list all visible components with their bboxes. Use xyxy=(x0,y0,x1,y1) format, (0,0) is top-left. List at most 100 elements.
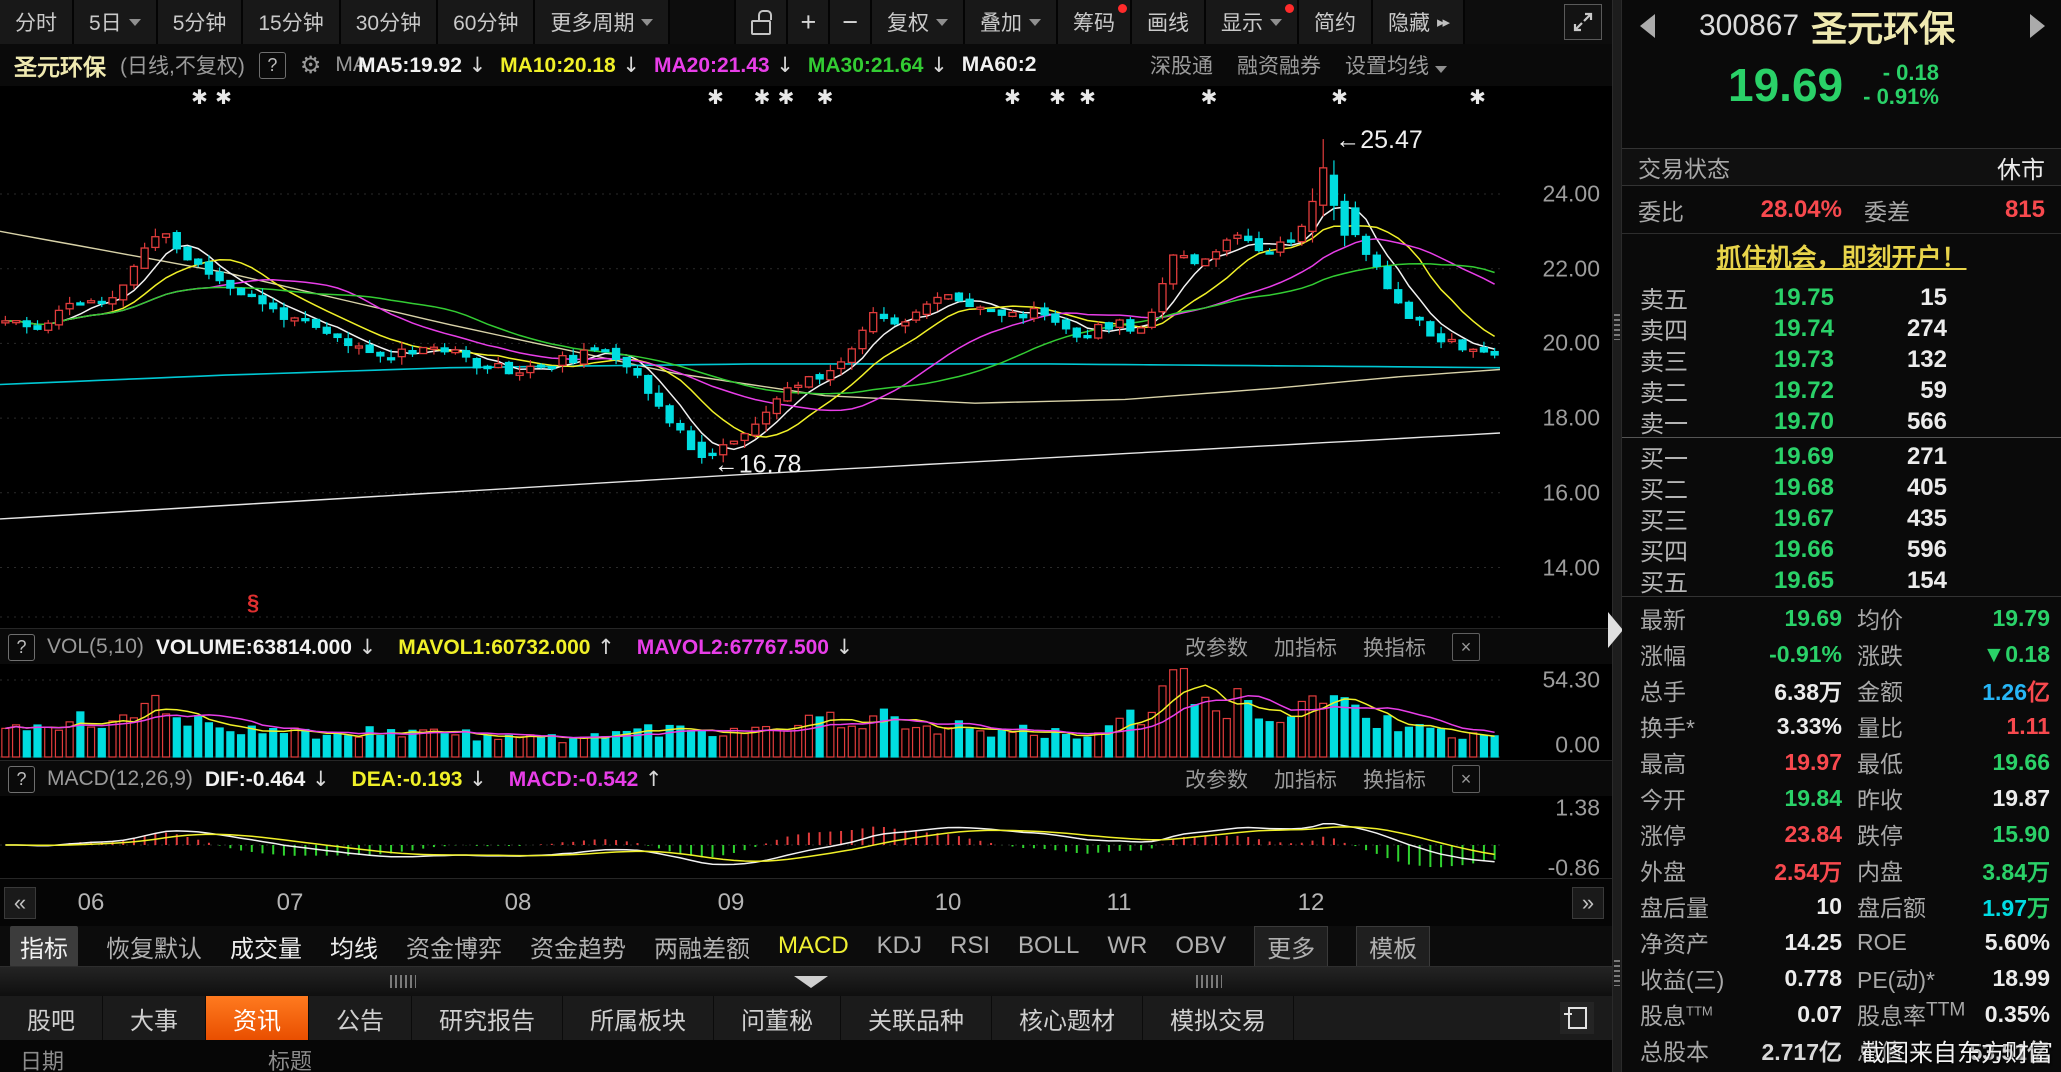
draw-line-button[interactable]: 画线 xyxy=(1132,0,1206,44)
ind-more-button[interactable]: 更多 xyxy=(1254,926,1328,967)
open-account-ad-link[interactable]: 抓住机会，即刻开户！ xyxy=(1622,236,2061,280)
macd-chart-pane[interactable]: 1.38-0.86 xyxy=(0,796,1612,878)
ma-settings-button[interactable]: 设置均线 xyxy=(1345,50,1447,80)
quote-label: 总股本 xyxy=(1640,1033,1739,1067)
tab-related-instruments[interactable]: 关联品种 xyxy=(841,996,992,1040)
down-arrow-icon: ↓ xyxy=(462,53,486,77)
simple-mode-button[interactable]: 简约 xyxy=(1299,0,1373,44)
zoom-out-button[interactable]: − xyxy=(830,0,872,44)
tab-ask-secretary[interactable]: 问董秘 xyxy=(714,996,841,1040)
vertical-splitter[interactable] xyxy=(1612,0,1622,1072)
tab-core-topics[interactable]: 核心题材 xyxy=(992,996,1143,1040)
collapse-panel-icon[interactable] xyxy=(794,976,828,988)
weibi-label: 委比 xyxy=(1638,193,1710,227)
buy-order-row[interactable]: 买五19.65154 xyxy=(1622,565,2061,596)
chevron-down-icon xyxy=(1029,19,1041,26)
horizontal-splitter[interactable] xyxy=(0,966,1612,997)
ind-boll[interactable]: BOLL xyxy=(1018,932,1079,960)
ind-volume[interactable]: 成交量 xyxy=(230,929,302,964)
prev-stock-icon[interactable] xyxy=(1640,14,1655,38)
price-tick: 22.00 xyxy=(1542,255,1600,282)
pane-control-改参数[interactable]: 改参数 xyxy=(1185,632,1248,662)
volume-legend: VOLUME:63814.000 ↓MAVOL1:60732.000 ↑MAVO… xyxy=(156,629,853,665)
next-stock-icon[interactable] xyxy=(2030,14,2045,38)
price-chart-pane[interactable]: ✱✱✱✱✱✱✱✱✱✱✱✱§←25.47←16.78 24.0022.0020.0… xyxy=(0,86,1612,628)
sell-order-row[interactable]: 卖一19.70566 xyxy=(1622,406,2061,437)
pane-control-换指标[interactable]: 换指标 xyxy=(1363,632,1426,662)
zoom-in-button[interactable]: + xyxy=(788,0,830,44)
sell-order-row[interactable]: 卖三19.73132 xyxy=(1622,344,2061,375)
timeframe-5min[interactable]: 5分钟 xyxy=(158,0,244,44)
scroll-left-icon[interactable]: « xyxy=(4,887,36,919)
splitter-grip[interactable] xyxy=(1196,975,1222,988)
tab-big-events[interactable]: 大事 xyxy=(103,996,206,1040)
close-icon[interactable]: × xyxy=(1452,633,1480,661)
ind-obv[interactable]: OBV xyxy=(1175,932,1226,960)
restore-default-button[interactable]: 恢复默认 xyxy=(106,929,202,964)
buy-order-row[interactable]: 买三19.67435 xyxy=(1622,503,2061,534)
margin-trading-link[interactable]: 融资融券 xyxy=(1237,50,1321,80)
ind-kdj[interactable]: KDJ xyxy=(877,932,922,960)
szse-connect-link[interactable]: 深股通 xyxy=(1150,50,1213,80)
ind-fund-trend[interactable]: 资金趋势 xyxy=(530,929,626,964)
splitter-grip[interactable] xyxy=(1614,960,1620,986)
tab-simulated-trading[interactable]: 模拟交易 xyxy=(1143,996,1294,1040)
macd-chart-svg[interactable] xyxy=(0,796,1500,878)
fullscreen-arrows-icon xyxy=(1571,10,1595,34)
adjust-price-button-label: 复权 xyxy=(887,7,929,37)
gear-icon[interactable]: ⚙ xyxy=(300,51,322,79)
help-icon[interactable]: ? xyxy=(8,634,35,661)
overlay-button[interactable]: 叠加 xyxy=(965,0,1058,44)
splitter-grip[interactable] xyxy=(1614,314,1620,340)
tab-announcements[interactable]: 公告 xyxy=(309,996,412,1040)
volume-chart-pane[interactable]: 54.300.00 xyxy=(0,664,1612,760)
help-icon[interactable]: ? xyxy=(259,52,286,79)
change-value: - 0.18 xyxy=(1863,61,1939,85)
fullscreen-icon[interactable] xyxy=(1564,4,1602,40)
ind-macd[interactable]: MACD xyxy=(778,932,849,960)
timeframe-5day[interactable]: 5日 xyxy=(74,0,158,44)
tab-guba[interactable]: 股吧 xyxy=(0,996,103,1040)
hide-button[interactable]: 隐藏▸▸ xyxy=(1373,0,1465,44)
scroll-right-icon[interactable]: » xyxy=(1572,887,1604,919)
tab-research-reports[interactable]: 研究报告 xyxy=(412,996,563,1040)
ind-template-button[interactable]: 模板 xyxy=(1356,926,1430,967)
display-button[interactable]: 显示 xyxy=(1206,0,1299,44)
pane-control-加指标[interactable]: 加指标 xyxy=(1274,632,1337,662)
price-chart-svg[interactable]: ✱✱✱✱✱✱✱✱✱✱✱✱§←25.47←16.78 xyxy=(0,86,1500,628)
tab-news[interactable]: 资讯 xyxy=(206,996,309,1040)
ind-ma[interactable]: 均线 xyxy=(330,929,378,964)
pane-control-换指标[interactable]: 换指标 xyxy=(1363,764,1426,794)
sell-order-row[interactable]: 卖二19.7259 xyxy=(1622,375,2061,406)
more-periods-button[interactable]: 更多周期 xyxy=(535,0,670,44)
volume-chart-svg[interactable] xyxy=(0,664,1500,760)
sell-order-row[interactable]: 卖五19.7515 xyxy=(1622,282,2061,313)
pane-control-加指标[interactable]: 加指标 xyxy=(1274,764,1337,794)
ind-margin-diff[interactable]: 两融差额 xyxy=(654,929,750,964)
pane-control-改参数[interactable]: 改参数 xyxy=(1185,764,1248,794)
splitter-grip[interactable] xyxy=(390,975,416,988)
timeframe-intraday[interactable]: 分时 xyxy=(0,0,74,44)
ind-rsi[interactable]: RSI xyxy=(950,932,990,960)
expand-chart-icon[interactable] xyxy=(1608,612,1623,648)
adjust-price-button[interactable]: 复权 xyxy=(872,0,965,44)
sell-order-row[interactable]: 卖四19.74274 xyxy=(1622,313,2061,344)
order-level-label: 买二 xyxy=(1640,470,1706,505)
help-icon[interactable]: ? xyxy=(8,766,35,793)
ind-wr[interactable]: WR xyxy=(1107,932,1147,960)
indicator-menu[interactable]: 指标 xyxy=(10,926,78,967)
buy-order-row[interactable]: 买二19.68405 xyxy=(1622,472,2061,503)
timeframe-60min[interactable]: 60分钟 xyxy=(438,0,535,44)
timeframe-15min[interactable]: 15分钟 xyxy=(243,0,340,44)
quote-label: PE(动)* xyxy=(1857,961,1956,995)
tab-sectors[interactable]: 所属板块 xyxy=(563,996,714,1040)
quote-row: 收益(三)0.778PE(动)*18.99 xyxy=(1622,960,2061,996)
timeframe-30min[interactable]: 30分钟 xyxy=(341,0,438,44)
buy-order-row[interactable]: 买四19.66596 xyxy=(1622,534,2061,565)
chip-distribution-button[interactable]: 筹码 xyxy=(1058,0,1132,44)
lock-icon[interactable] xyxy=(736,0,788,44)
expand-panel-button[interactable] xyxy=(1560,1002,1594,1034)
close-icon[interactable]: × xyxy=(1452,765,1480,793)
ind-fund-game[interactable]: 资金博弈 xyxy=(406,929,502,964)
buy-order-row[interactable]: 买一19.69271 xyxy=(1622,441,2061,472)
